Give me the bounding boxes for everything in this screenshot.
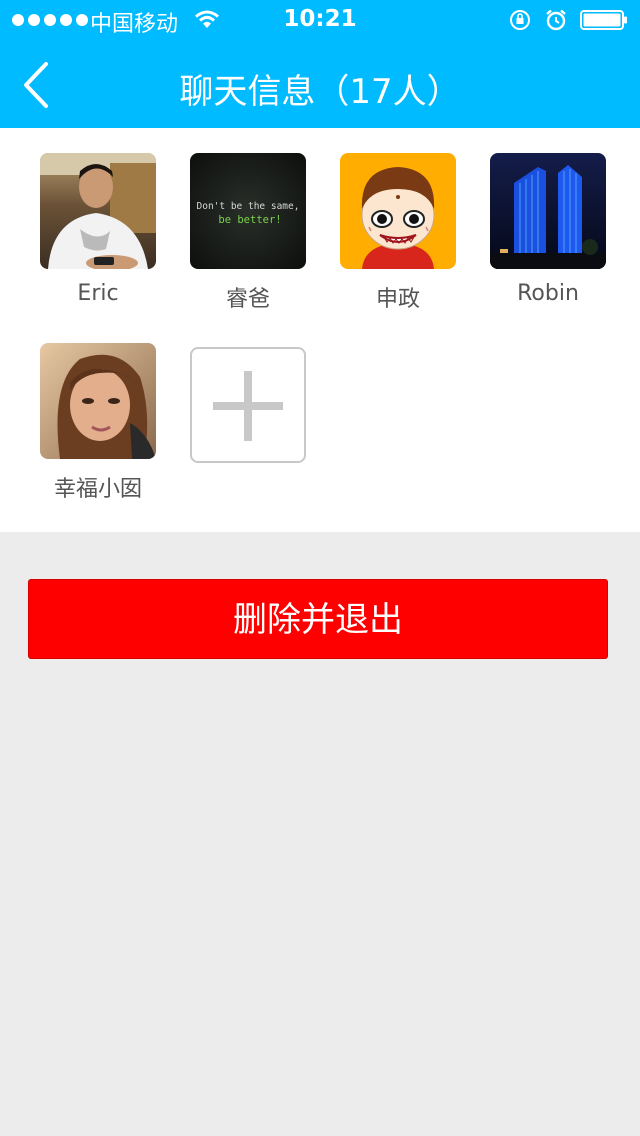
member-name: 幸福小囡: [53, 477, 142, 502]
avatar[interactable]: Don't be the same, be better!: [190, 153, 306, 269]
alarm-icon: [546, 9, 566, 31]
plus-icon: [213, 371, 283, 441]
page-title: 聊天信息（17人）: [179, 72, 461, 112]
members-grid: Eric Don't be the same, be better! 睿爸 申政…: [0, 128, 640, 532]
avatar[interactable]: [40, 153, 156, 269]
member-name: 睿爸: [225, 287, 270, 312]
add-member-button[interactable]: [190, 347, 306, 463]
battery-icon: [580, 10, 627, 30]
member-name: Eric: [77, 281, 119, 306]
status-bar: 中国移动 10:21: [0, 0, 640, 40]
avatar[interactable]: [340, 153, 456, 269]
orientation-lock-icon: [510, 10, 530, 30]
avatar[interactable]: [490, 153, 606, 269]
status-right: [508, 8, 628, 32]
avatar-text-line2: be better!: [218, 214, 281, 226]
delete-and-exit-button[interactable]: 删除并退出: [28, 579, 608, 659]
member-name: 申政: [375, 287, 420, 312]
avatar-text-line1: Don't be the same,: [197, 201, 300, 212]
header: 中国移动 10:21 聊天信息（17人）: [0, 0, 640, 128]
member-name: Robin: [517, 281, 579, 306]
avatar[interactable]: [40, 343, 156, 459]
navigation-bar: 聊天信息（17人）: [0, 40, 640, 128]
